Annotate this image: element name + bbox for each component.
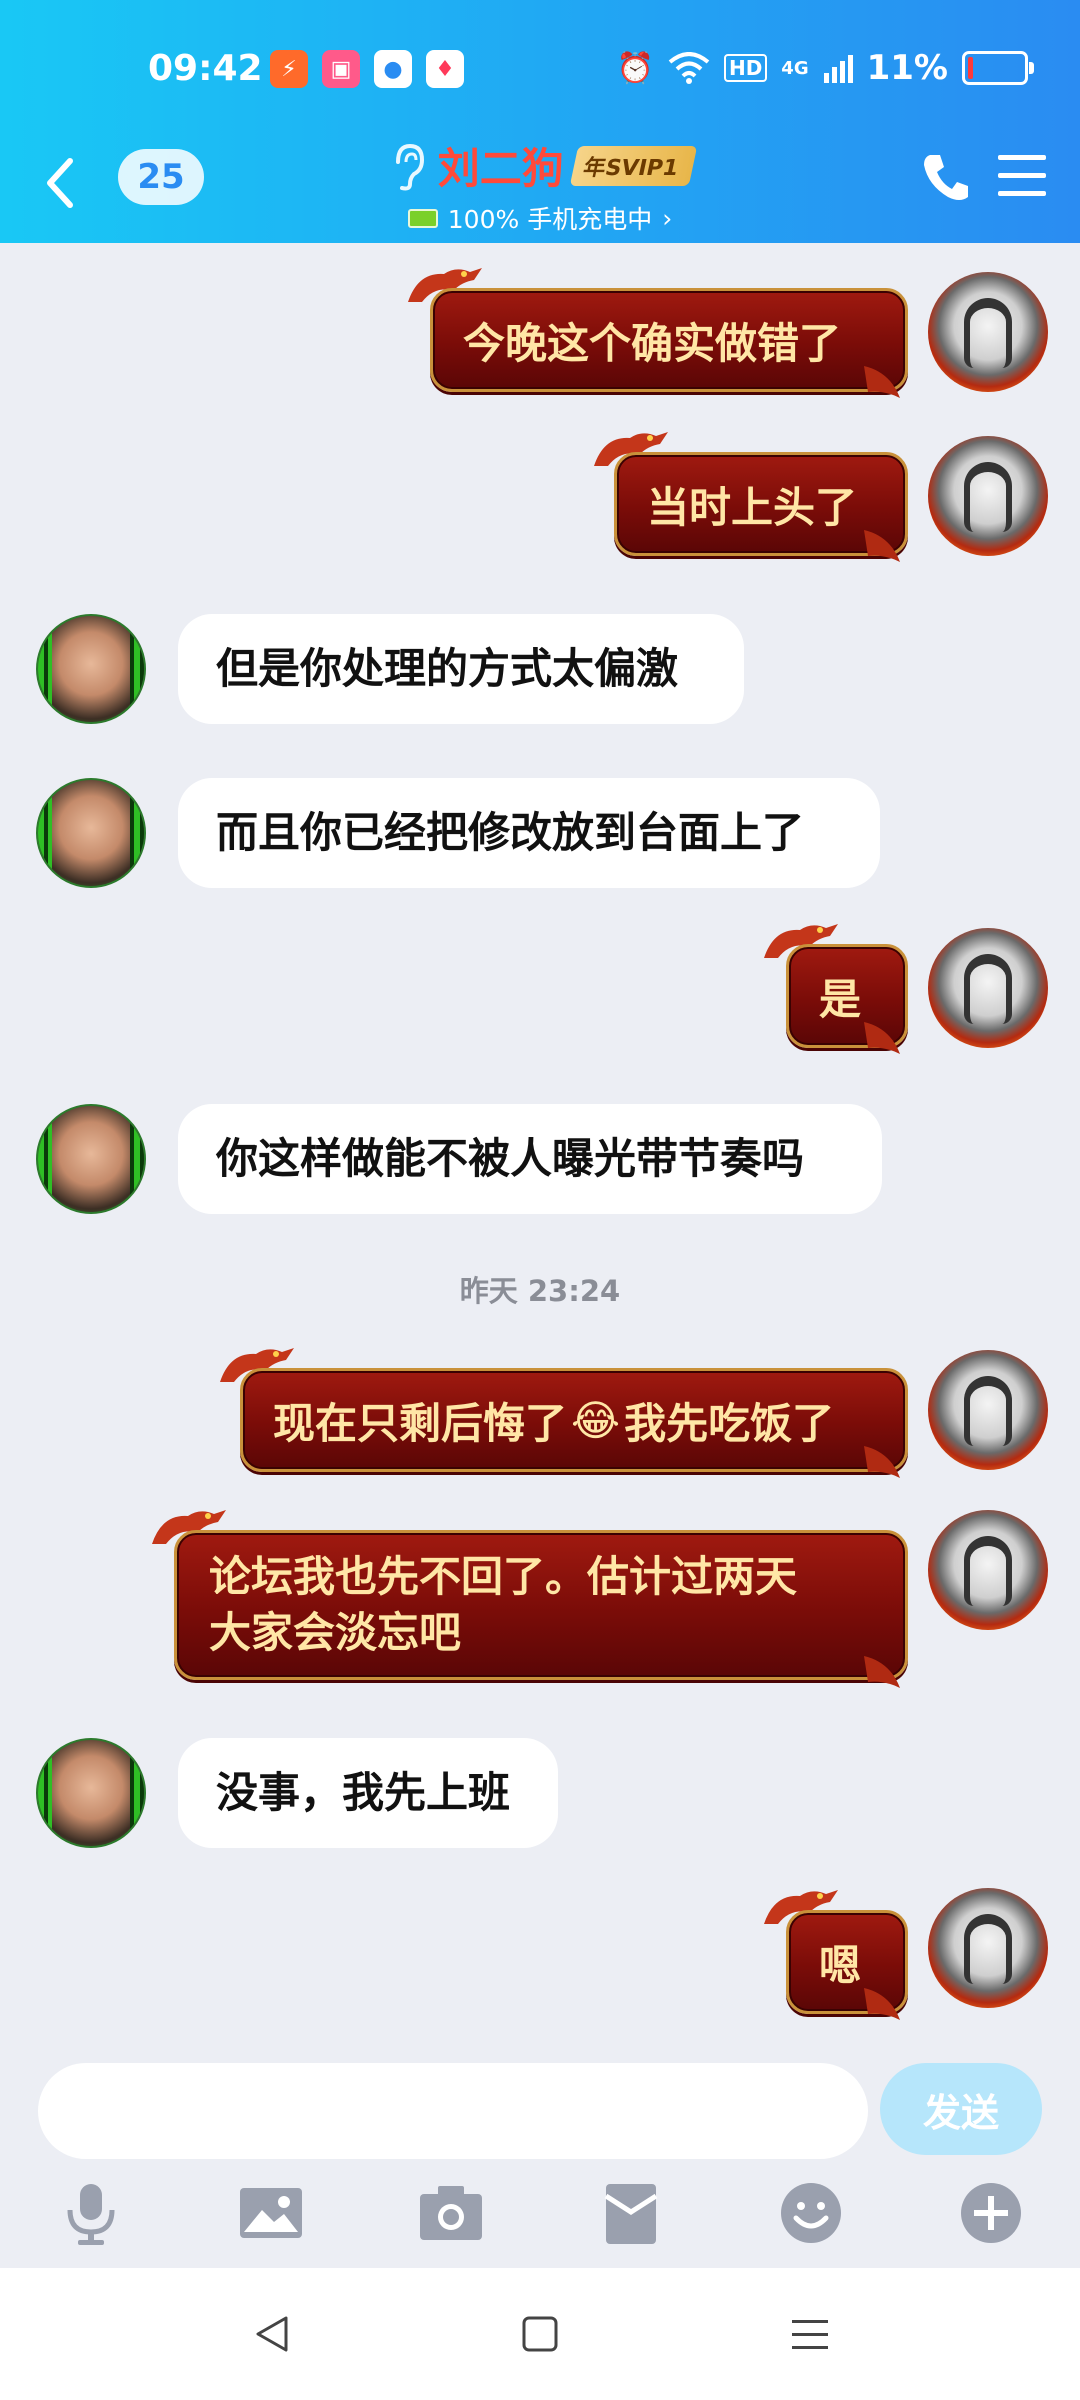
message-bubble[interactable]: 而且你已经把修改放到台面上了 [178, 778, 880, 888]
message-text: 是 [819, 974, 862, 1024]
my-avatar[interactable] [928, 1510, 1048, 1630]
dragon-tail-icon [864, 1988, 900, 2020]
input-toolbar [0, 2170, 1080, 2270]
message-text: 今晚这个确实做错了 [463, 318, 842, 368]
system-navigation-bar [0, 2268, 1080, 2400]
message-input[interactable] [38, 2063, 868, 2159]
message-text: 我先吃饭了 [624, 1398, 835, 1448]
battery-percent: 11% [866, 48, 948, 88]
send-button[interactable]: 发送 [880, 2063, 1042, 2155]
alarm-icon: ⏰ [616, 50, 654, 86]
laughing-emoji-icon: 😂 [571, 1395, 621, 1445]
contact-avatar[interactable] [36, 1738, 146, 1848]
network-label: 4G [781, 57, 809, 79]
emoji-icon[interactable] [776, 2178, 846, 2248]
chat-header: 09:42 ⚡ ▣ ● ♦ ⏰ HD 4G 11% 25 刘二狗 年SVIP1 [0, 0, 1080, 243]
svip-badge: 年SVIP1 [569, 145, 697, 186]
dragon-tail-icon [864, 1656, 900, 1688]
contact-info[interactable]: 刘二狗 年SVIP1 100% 手机充电中 › [0, 135, 1080, 236]
message-bubble[interactable]: 论坛我也先不回了。估计过两天 大家会淡忘吧 [174, 1530, 908, 1680]
contact-name: 刘二狗 [437, 144, 564, 193]
message-text: 当时上头了 [647, 482, 858, 532]
message-bubble[interactable]: 但是你处理的方式太偏激 [178, 614, 744, 724]
message-text: 大家会淡忘吧 [209, 1608, 462, 1657]
status-time: 09:42 [148, 48, 263, 89]
my-avatar[interactable] [928, 1888, 1048, 2008]
status-bar: 09:42 ⚡ ▣ ● ♦ ⏰ HD 4G 11% [0, 0, 1080, 143]
dragon-tail-icon [864, 530, 900, 562]
notification-icons: ⚡ ▣ ● ♦ [270, 50, 464, 88]
app-notification-icon: ● [374, 50, 412, 88]
system-icons: ⏰ HD 4G 11% [616, 48, 1034, 88]
dragon-tail-icon [864, 366, 900, 398]
dragon-tail-icon [864, 1022, 900, 1054]
red-packet-icon[interactable] [596, 2178, 666, 2248]
app-notification-icon: ▣ [322, 50, 360, 88]
message-text: 现在只剩后悔了 [273, 1398, 568, 1448]
ear-icon [395, 143, 424, 190]
camera-icon[interactable] [416, 2178, 486, 2248]
message-text: 你这样做能不被人曝光带节奏吗 [216, 1134, 805, 1183]
back-triangle-icon[interactable] [248, 2310, 296, 2358]
home-square-icon[interactable] [516, 2310, 564, 2358]
app-notification-icon: ⚡ [270, 50, 308, 88]
recents-menu-icon[interactable] [786, 2310, 834, 2358]
message-text: 而且你已经把修改放到台面上了 [216, 808, 805, 857]
microphone-icon[interactable] [56, 2178, 126, 2248]
contact-avatar[interactable] [36, 614, 146, 724]
phone-call-icon[interactable] [920, 149, 970, 205]
chevron-right-icon: › [662, 203, 673, 233]
my-avatar[interactable] [928, 1350, 1048, 1470]
my-avatar[interactable] [928, 436, 1048, 556]
message-text: 嗯 [819, 1940, 862, 1990]
message-text: 没事，我先上班 [216, 1768, 511, 1817]
wifi-icon [668, 52, 710, 84]
my-avatar[interactable] [928, 272, 1048, 392]
hd-icon: HD [723, 54, 768, 82]
battery-icon [962, 51, 1034, 85]
message-bubble[interactable]: 现在只剩后悔了 😂 我先吃饭了 [240, 1368, 908, 1472]
battery-status-icon [407, 208, 438, 228]
message-timestamp: 昨天 23:24 [459, 1274, 621, 1308]
app-notification-icon: ♦ [426, 50, 464, 88]
title-bar: 25 刘二狗 年SVIP1 100% 手机充电中 › [0, 143, 1080, 243]
message-bubble[interactable]: 你这样做能不被人曝光带节奏吗 [178, 1104, 882, 1214]
menu-icon[interactable] [996, 151, 1048, 201]
image-icon[interactable] [236, 2178, 306, 2248]
message-bubble[interactable]: 没事，我先上班 [178, 1738, 558, 1848]
dragon-tail-icon [864, 1446, 900, 1478]
message-text: 论坛我也先不回了。估计过两天 [209, 1552, 798, 1601]
signal-icon [823, 55, 853, 83]
contact-avatar[interactable] [36, 778, 146, 888]
plus-icon[interactable] [956, 2178, 1026, 2248]
message-text: 但是你处理的方式太偏激 [216, 644, 679, 693]
contact-avatar[interactable] [36, 1104, 146, 1214]
message-bubble[interactable]: 今晚这个确实做错了 [430, 288, 908, 392]
device-status-text: 100% 手机充电中 [447, 205, 653, 234]
my-avatar[interactable] [928, 928, 1048, 1048]
